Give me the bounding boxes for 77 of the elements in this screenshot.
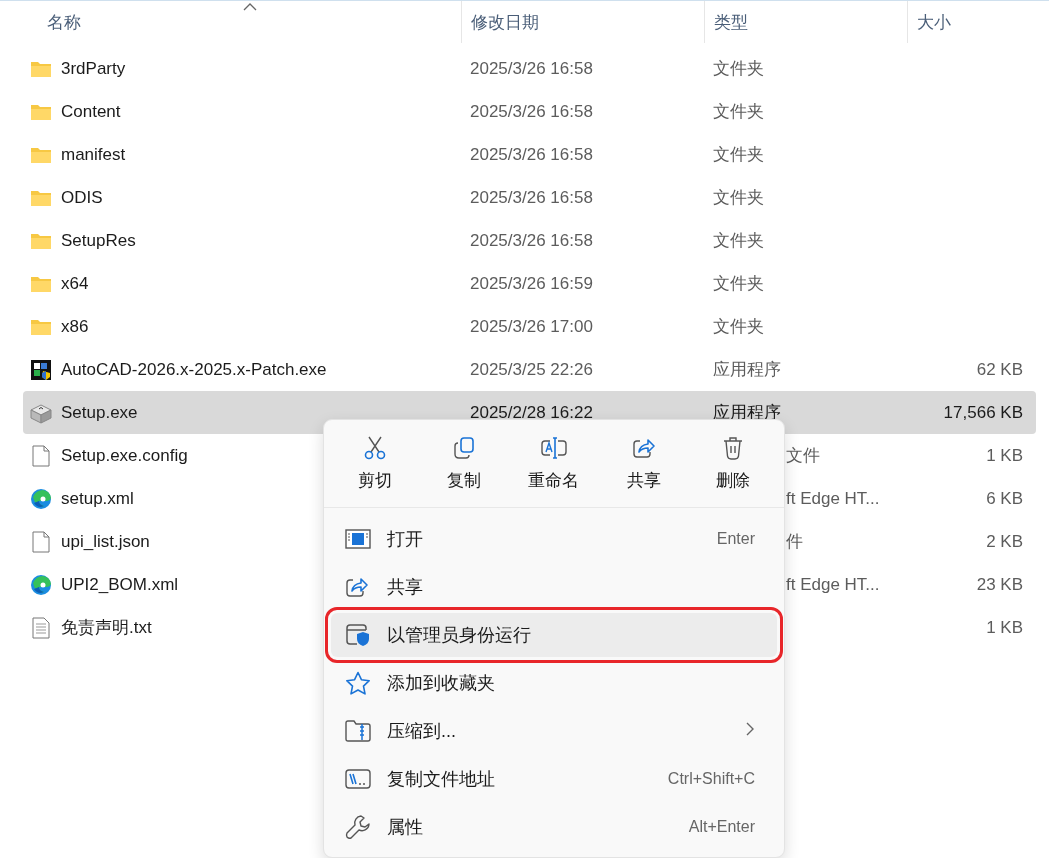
folder-icon (30, 188, 52, 207)
file-name: x86 (61, 316, 89, 337)
zip-folder-icon (345, 720, 371, 742)
file-name: UPI2_BOM.xml (61, 574, 179, 595)
file-type: 文件夹 (713, 59, 764, 78)
file-icon (32, 530, 50, 553)
file-type: 文件夹 (713, 188, 764, 207)
share-icon (345, 576, 369, 598)
modified-date: 2025/3/26 16:58 (470, 58, 593, 78)
scissors-icon (363, 436, 386, 460)
share-icon (631, 437, 656, 459)
folder-icon (30, 145, 52, 164)
file-type: 文件夹 (713, 317, 764, 336)
edge-icon (30, 487, 52, 510)
menu-item[interactable]: 复制文件地址 Ctrl+Shift+C (331, 757, 777, 801)
rename-icon (541, 437, 567, 459)
file-type: 文件 (786, 446, 820, 465)
path-icon (345, 769, 371, 789)
file-name: x64 (61, 273, 89, 294)
menu-item[interactable]: 打开 Enter (331, 517, 777, 561)
menu-item[interactable]: 添加到收藏夹 (331, 661, 777, 705)
star-icon (345, 671, 371, 695)
file-size: 23 KB (976, 574, 1023, 594)
file-name: upi_list.json (61, 531, 150, 552)
column-header[interactable]: 类型 (714, 10, 748, 34)
modified-date: 2025/3/26 16:58 (470, 144, 593, 164)
text-file-icon (32, 616, 50, 639)
modified-date: 2025/3/25 22:26 (470, 359, 593, 379)
modified-date: 2025/3/26 16:58 (470, 230, 593, 250)
column-header[interactable]: 大小 (917, 10, 951, 34)
file-size: 1 KB (986, 445, 1023, 465)
file-type: 文件夹 (713, 231, 764, 250)
file-size: 62 KB (976, 359, 1023, 379)
menu-item[interactable]: 共享 (331, 565, 777, 609)
copy-icon (453, 437, 476, 459)
file-type: ft Edge HT... (786, 488, 880, 508)
file-name: ODIS (61, 187, 103, 208)
folder-icon (30, 231, 52, 250)
file-name: SetupRes (61, 230, 136, 251)
file-name: Setup.exe (61, 402, 138, 423)
file-name: AutoCAD-2026.x-2025.x-Patch.exe (61, 359, 327, 380)
file-name: Content (61, 101, 121, 122)
modified-date: 2025/3/26 16:58 (470, 187, 593, 207)
file-name: manifest (61, 144, 126, 165)
file-name: Setup.exe.config (61, 445, 188, 466)
edge-icon (30, 573, 52, 596)
file-type: 文件夹 (713, 102, 764, 121)
file-size: 1 KB (986, 617, 1023, 637)
file-size: 17,566 KB (943, 402, 1023, 422)
modified-date: 2025/3/26 16:59 (470, 273, 593, 293)
window-icon (345, 529, 371, 549)
file-size: 6 KB (986, 488, 1023, 508)
shield-window-icon (345, 623, 371, 647)
file-name: setup.xml (61, 488, 134, 509)
file-name: 免责声明.txt (61, 617, 152, 639)
file-type: 件 (786, 532, 803, 551)
modified-date: 2025/2/28 16:22 (470, 402, 593, 422)
folder-icon (30, 274, 52, 293)
file-type: ft Edge HT... (786, 574, 880, 594)
file-name: 3rdParty (61, 58, 126, 79)
file-type: 文件夹 (713, 145, 764, 164)
program-icon (30, 358, 52, 381)
folder-icon (30, 59, 52, 78)
menu-item[interactable]: 压缩到... (331, 709, 777, 753)
trash-icon (722, 436, 745, 460)
folder-icon (30, 102, 52, 121)
file-type: 应用程序 (713, 360, 781, 379)
column-header[interactable]: 修改日期 (471, 10, 539, 34)
menu-item[interactable]: 属性 Alt+Enter (331, 805, 777, 849)
file-size: 2 KB (986, 531, 1023, 551)
file-icon (32, 444, 50, 467)
wrench-icon (345, 814, 371, 840)
folder-icon (30, 317, 52, 336)
file-type: 文件夹 (713, 274, 764, 293)
column-header[interactable]: 名称 (47, 10, 81, 34)
modified-date: 2025/3/26 16:58 (470, 101, 593, 121)
modified-date: 2025/3/26 17:00 (470, 316, 593, 336)
